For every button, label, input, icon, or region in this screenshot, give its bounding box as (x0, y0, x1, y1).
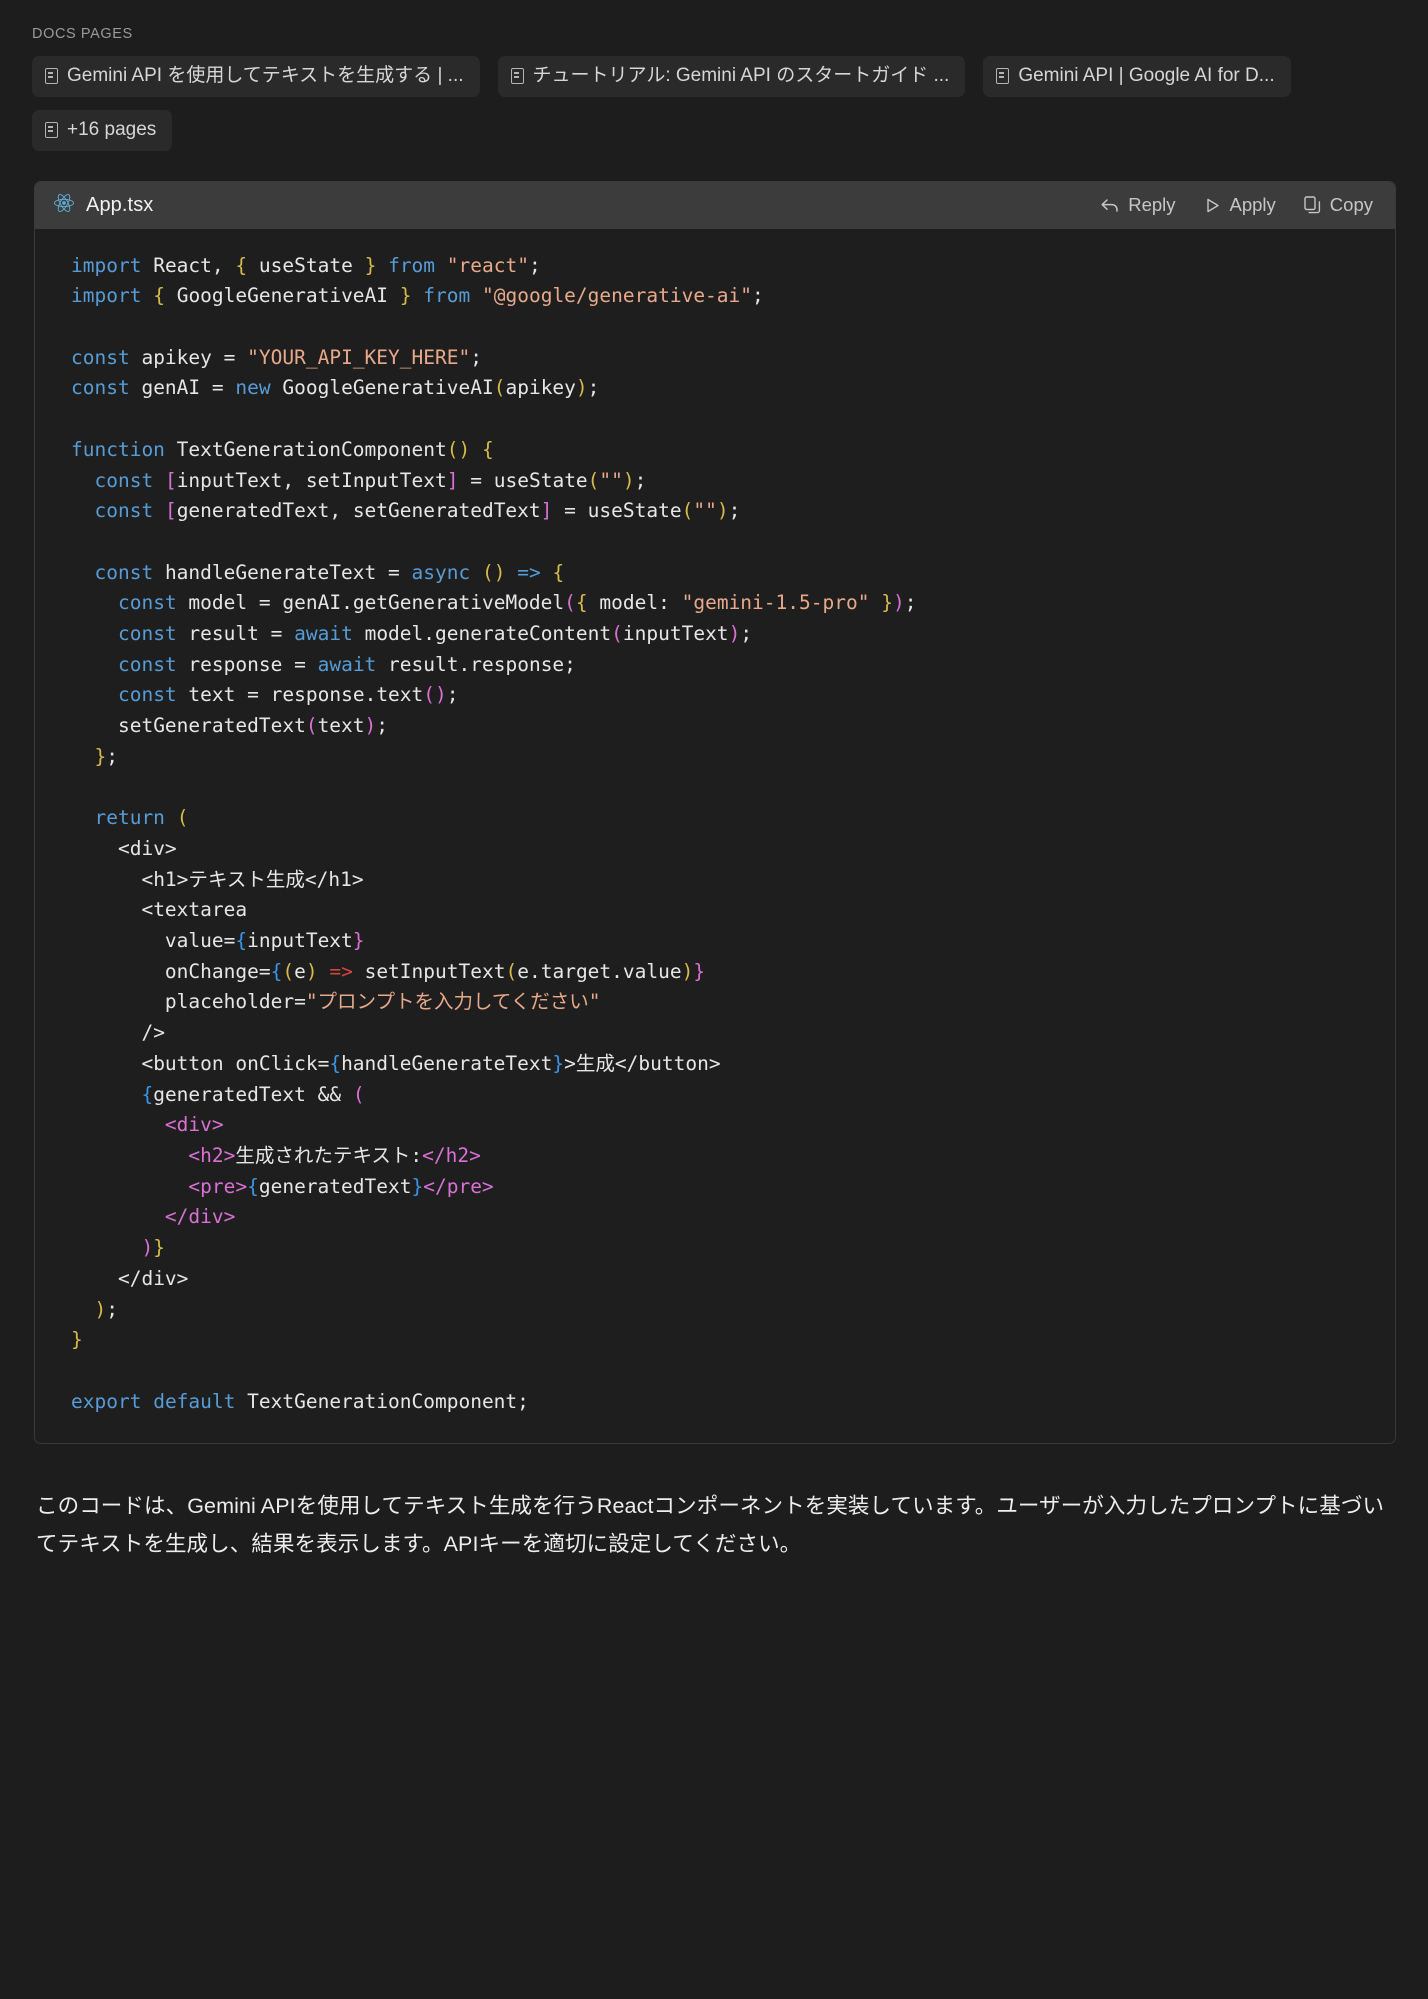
code-block-card: App.tsx Reply Apply Copy import React, {… (34, 180, 1396, 1445)
document-icon (45, 68, 58, 85)
code-block-actions: Reply Apply Copy (1100, 194, 1379, 216)
docs-page-chip-0[interactable]: Gemini API を使用してテキストを生成する | ... (32, 56, 480, 97)
play-triangle-icon (1204, 197, 1221, 214)
docs-pages-chip-row: Gemini API を使用してテキストを生成する | ... チュートリアル:… (32, 56, 1332, 151)
docs-page-chip-1[interactable]: チュートリアル: Gemini API のスタートガイド ... (497, 56, 966, 97)
react-logo-icon (53, 193, 75, 218)
docs-page-chip-label: Gemini API | Google AI for D... (1018, 65, 1275, 86)
docs-page-chip-label: Gemini API を使用してテキストを生成する | ... (67, 65, 464, 86)
docs-pages-label: DOCS PAGES (32, 26, 133, 42)
docs-page-chip-more[interactable]: +16 pages (32, 109, 173, 151)
document-icon (45, 122, 58, 139)
copy-button-label: Copy (1329, 194, 1373, 216)
docs-page-chip-label: +16 pages (67, 118, 157, 140)
docs-page-chip-2[interactable]: Gemini API | Google AI for D... (983, 56, 1291, 97)
document-icon (996, 68, 1010, 85)
apply-button[interactable]: Apply (1204, 194, 1276, 216)
reply-button[interactable]: Reply (1100, 194, 1176, 216)
code-file-name: App.tsx (86, 193, 154, 216)
docs-page-chip-label: チュートリアル: Gemini API のスタートガイド ... (532, 65, 950, 86)
code-block-body: import React, { useState } from "react";… (35, 228, 1395, 1444)
explanation-paragraph: このコードは、Gemini APIを使用してテキスト生成を行うReactコンポー… (36, 1494, 1385, 1556)
reply-arrow-icon (1100, 197, 1119, 214)
reply-button-label: Reply (1128, 194, 1176, 216)
docs-pages-section: DOCS PAGES Gemini API を使用してテキストを生成する | .… (0, 0, 1428, 151)
apply-button-label: Apply (1229, 194, 1276, 216)
code-source[interactable]: import React, { useState } from "react";… (35, 251, 1395, 1418)
document-icon (510, 68, 524, 85)
code-block-header: App.tsx Reply Apply Copy (35, 181, 1395, 229)
copy-button[interactable]: Copy (1304, 194, 1373, 216)
copy-icon (1304, 196, 1321, 214)
